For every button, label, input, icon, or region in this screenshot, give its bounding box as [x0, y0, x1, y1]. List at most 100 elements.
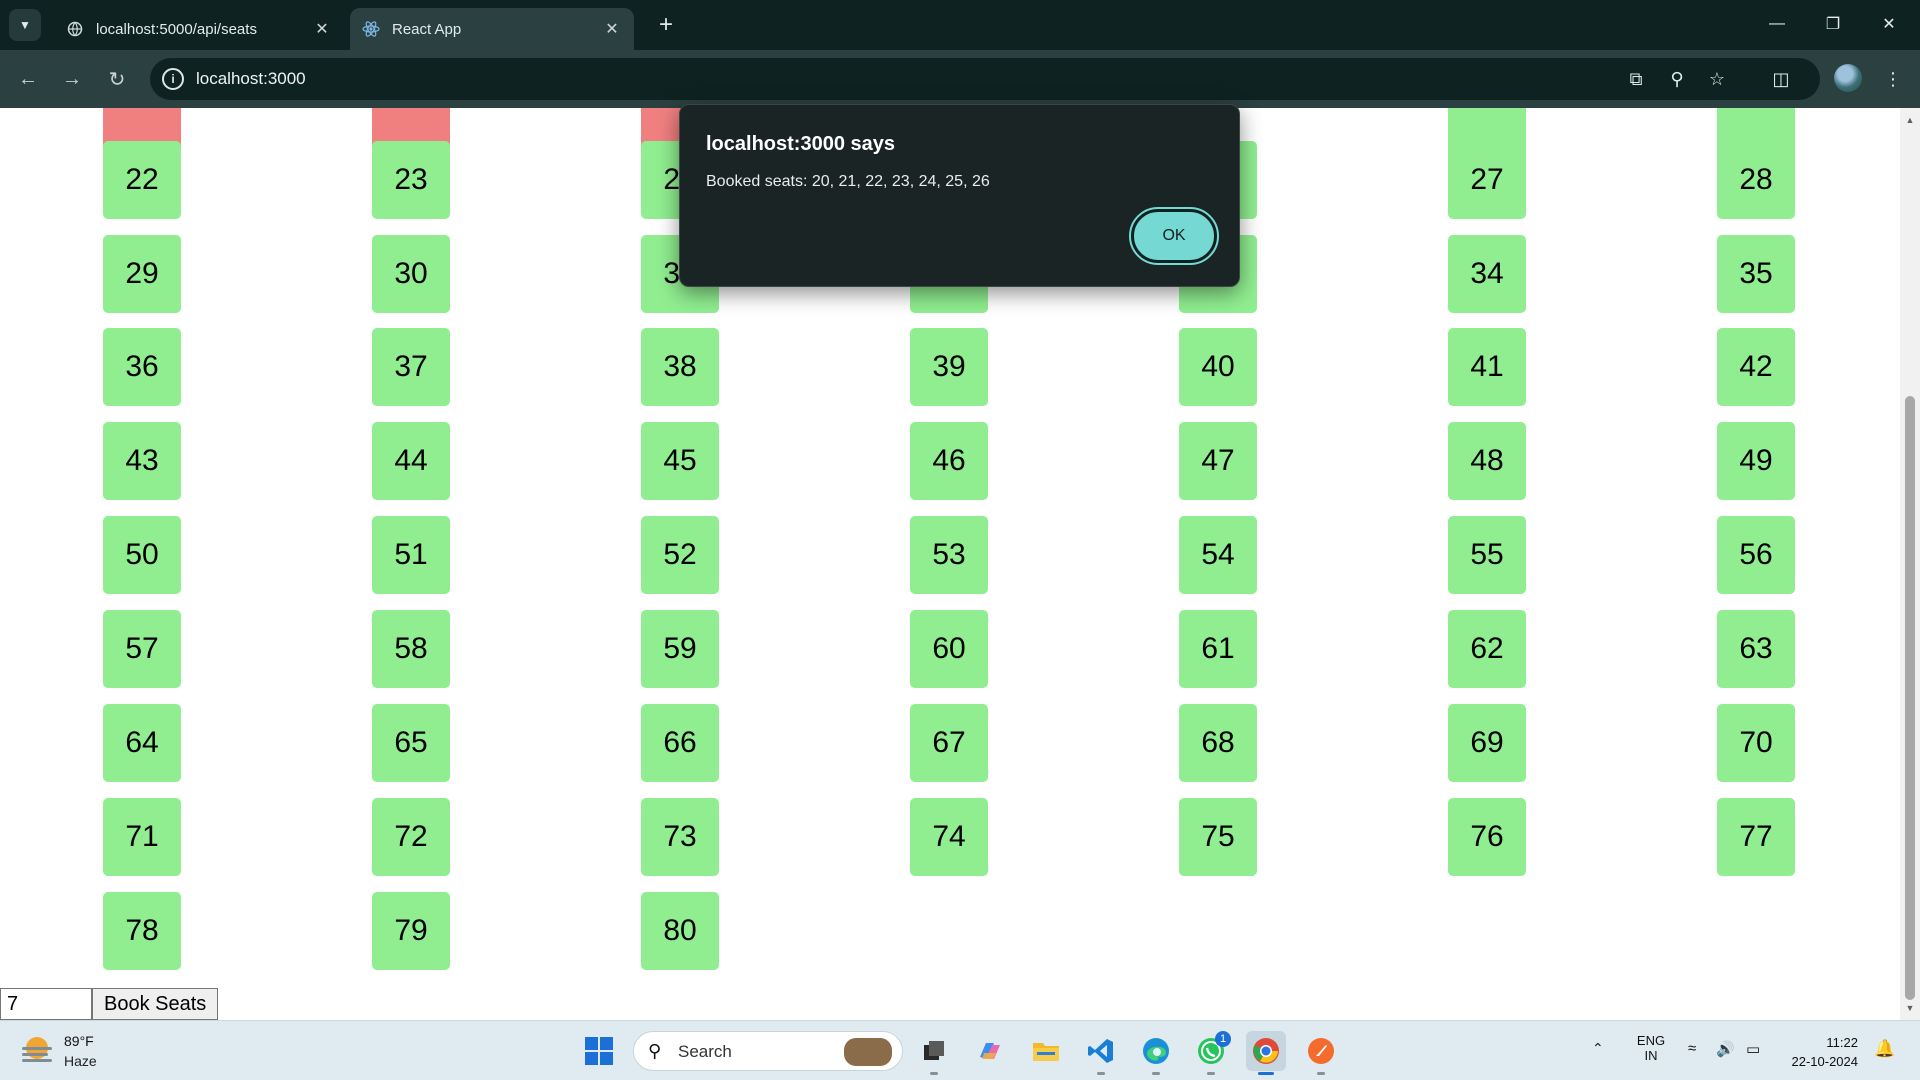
open-in-app-icon[interactable]: ⧉ [1624, 67, 1648, 91]
seat-available[interactable]: 71 [103, 798, 181, 876]
seat-available[interactable]: 28 [1717, 141, 1795, 219]
seat-available[interactable]: 58 [372, 610, 450, 688]
seat-available[interactable]: 52 [641, 516, 719, 594]
seat-available[interactable]: 66 [641, 704, 719, 782]
minimize-icon[interactable]: — [1754, 6, 1800, 42]
seat-available[interactable]: 59 [641, 610, 719, 688]
seat-available[interactable]: 53 [910, 516, 988, 594]
seat-available[interactable]: 68 [1179, 704, 1257, 782]
book-seats-button[interactable]: Book Seats [92, 988, 219, 1020]
task-view-icon[interactable] [914, 1031, 954, 1075]
seat-available[interactable]: 73 [641, 798, 719, 876]
battery-icon[interactable]: ▭ [1746, 1040, 1760, 1058]
site-info-icon[interactable]: i [162, 68, 184, 90]
seat-available[interactable]: 29 [103, 235, 181, 313]
tab-close-icon[interactable]: ✕ [602, 19, 622, 39]
forward-arrow-icon[interactable]: → [58, 65, 86, 93]
seat-available[interactable]: 45 [641, 422, 719, 500]
seat-available[interactable]: 38 [641, 328, 719, 406]
seat-available[interactable]: 70 [1717, 704, 1795, 782]
reload-icon[interactable]: ↻ [103, 65, 131, 93]
system-clock[interactable]: 11:22 22-10-2024 [1784, 1033, 1859, 1071]
seat-available[interactable]: 51 [372, 516, 450, 594]
seat-available[interactable]: 42 [1717, 328, 1795, 406]
file-explorer-icon[interactable] [1026, 1031, 1066, 1071]
seat-available[interactable]: 65 [372, 704, 450, 782]
seat-available[interactable]: 44 [372, 422, 450, 500]
tab-close-icon[interactable]: ✕ [312, 19, 332, 39]
seat-available[interactable]: 41 [1448, 328, 1526, 406]
seat-available[interactable]: 79 [372, 892, 450, 970]
weather-haze-icon[interactable] [22, 1035, 56, 1065]
copilot-icon[interactable] [970, 1031, 1010, 1071]
seat-available[interactable]: 77 [1717, 798, 1795, 876]
address-bar[interactable]: i localhost:3000 ⧉ ⚲ ☆ [150, 58, 1820, 100]
seat-available[interactable]: 47 [1179, 422, 1257, 500]
seat-available[interactable]: 30 [372, 235, 450, 313]
seat-available[interactable]: 39 [910, 328, 988, 406]
seat-available[interactable]: 34 [1448, 235, 1526, 313]
seat-available[interactable]: 48 [1448, 422, 1526, 500]
volume-icon[interactable]: 🔊 [1716, 1040, 1735, 1058]
seat-available[interactable]: 72 [372, 798, 450, 876]
seat-available[interactable]: 40 [1179, 328, 1257, 406]
seat-available[interactable]: 63 [1717, 610, 1795, 688]
zoom-icon[interactable]: ⚲ [1665, 67, 1689, 91]
whatsapp-icon[interactable]: 1 [1191, 1031, 1231, 1075]
language-indicator[interactable]: ENG IN [1636, 1033, 1666, 1063]
extensions-puzzle-icon[interactable]: ◫ [1766, 64, 1796, 94]
seat-count-input[interactable] [0, 988, 92, 1020]
seat-available[interactable]: 37 [372, 328, 450, 406]
seat-available[interactable]: 27 [1448, 141, 1526, 219]
seat-available[interactable]: 57 [103, 610, 181, 688]
seat-available[interactable]: 78 [103, 892, 181, 970]
seat-available[interactable]: 80 [641, 892, 719, 970]
new-tab-plus-icon[interactable]: + [652, 11, 680, 39]
seat-available[interactable]: 67 [910, 704, 988, 782]
seat-available[interactable]: 46 [910, 422, 988, 500]
seat-available[interactable]: 56 [1717, 516, 1795, 594]
address-url[interactable]: localhost:3000 [196, 69, 306, 89]
close-window-icon[interactable]: ✕ [1866, 6, 1912, 42]
seat-available[interactable]: 75 [1179, 798, 1257, 876]
postman-icon[interactable] [1301, 1031, 1341, 1075]
chevron-up-icon[interactable]: ⌃ [1592, 1040, 1604, 1057]
wifi-icon[interactable]: ≈ [1688, 1040, 1696, 1057]
scrollbar-thumb[interactable] [1905, 396, 1915, 1000]
seat-available[interactable]: 76 [1448, 798, 1526, 876]
scroll-down-arrow-icon[interactable]: ▼ [1904, 1002, 1916, 1014]
chrome-icon[interactable] [1246, 1031, 1286, 1075]
seat-available[interactable]: 49 [1717, 422, 1795, 500]
scroll-up-arrow-icon[interactable]: ▲ [1904, 114, 1916, 126]
seat-available[interactable]: 23 [372, 141, 450, 219]
tab-api-seats[interactable]: localhost:5000/api/seats ✕ [54, 8, 344, 50]
seat-available[interactable]: 69 [1448, 704, 1526, 782]
tab-search-dropdown-button[interactable]: ▼ [9, 9, 41, 41]
tab-react-app[interactable]: React App ✕ [350, 8, 634, 50]
weather-temperature[interactable]: 89°F [64, 1033, 94, 1049]
vertical-scrollbar[interactable]: ▲ ▼ [1900, 108, 1920, 1020]
seat-available[interactable]: 61 [1179, 610, 1257, 688]
bookmark-star-icon[interactable]: ☆ [1705, 67, 1729, 91]
more-menu-icon[interactable]: ⋮ [1878, 64, 1908, 94]
notification-bell-icon[interactable]: 🔔 [1874, 1039, 1895, 1059]
seat-available[interactable]: 54 [1179, 516, 1257, 594]
edge-icon[interactable] [1136, 1031, 1176, 1075]
profile-avatar[interactable] [1834, 64, 1862, 92]
seat-available[interactable]: 36 [103, 328, 181, 406]
seat-available[interactable]: 35 [1717, 235, 1795, 313]
seat-available[interactable]: 60 [910, 610, 988, 688]
seat-available[interactable]: 22 [103, 141, 181, 219]
seat-available[interactable]: 43 [103, 422, 181, 500]
seat-available[interactable]: 64 [103, 704, 181, 782]
start-windows-icon[interactable] [585, 1037, 613, 1065]
restore-icon[interactable]: ❐ [1810, 6, 1856, 42]
seat-available[interactable]: 50 [103, 516, 181, 594]
seat-available[interactable]: 74 [910, 798, 988, 876]
seat-available[interactable]: 55 [1448, 516, 1526, 594]
back-arrow-icon[interactable]: ← [14, 65, 42, 93]
taskbar-search[interactable]: ⚲ Search [633, 1031, 903, 1071]
vscode-icon[interactable] [1081, 1031, 1121, 1075]
alert-ok-button[interactable]: OK [1129, 207, 1219, 265]
weather-condition[interactable]: Haze [64, 1053, 97, 1069]
